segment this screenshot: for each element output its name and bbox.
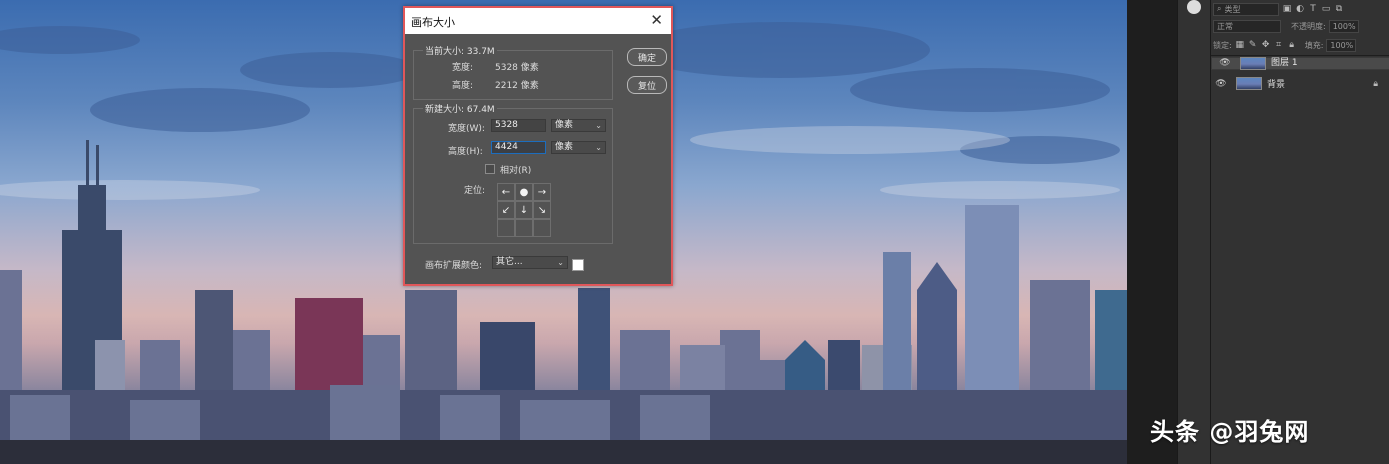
opacity-value: 100% xyxy=(1332,21,1356,31)
anchor-cell[interactable]: ↘ xyxy=(533,201,551,219)
extension-color-select[interactable]: 其它... ⌄ xyxy=(492,256,568,269)
width-input[interactable]: 5328 xyxy=(491,119,546,132)
anchor-cell[interactable]: ● xyxy=(515,183,533,201)
chevron-down-icon: ⌄ xyxy=(595,143,602,152)
panel-dock-gap xyxy=(1127,0,1177,464)
anchor-cell[interactable]: ↓ xyxy=(515,201,533,219)
chevron-down-icon: ⌄ xyxy=(557,258,564,267)
filter-type-icon[interactable]: T xyxy=(1308,4,1318,14)
height-input[interactable]: 4424 xyxy=(491,141,546,154)
height-unit-value: 像素 xyxy=(555,142,574,152)
fill-value: 100% xyxy=(1330,40,1354,50)
reset-button[interactable]: 复位 xyxy=(627,76,667,94)
new-size-label: 新建大小: 67.4M xyxy=(423,102,497,115)
anchor-cell[interactable] xyxy=(533,219,551,237)
lock-fill-row: 锁定: ▦ ✎ ✥ ⌗ 🔒︎ 填充: 100% xyxy=(1211,36,1389,54)
fill-input[interactable]: 100% xyxy=(1326,38,1357,52)
close-icon[interactable]: ✕ xyxy=(650,11,663,29)
layer-thumbnail xyxy=(1240,57,1266,70)
width-unit-value: 像素 xyxy=(555,120,574,130)
opacity-label: 不透明度: xyxy=(1291,21,1326,31)
anchor-cell[interactable]: → xyxy=(533,183,551,201)
anchor-cell[interactable]: ↙ xyxy=(497,201,515,219)
extension-color-label: 画布扩展颜色: xyxy=(425,261,483,271)
lock-transparency-icon[interactable]: ▦ xyxy=(1235,40,1245,50)
watermark-text: 头条 @羽兔网 xyxy=(1150,418,1310,446)
eye-icon[interactable]: 👁︎ xyxy=(1214,79,1228,89)
layer-name: 背景 xyxy=(1267,80,1286,90)
eye-icon[interactable]: 👁︎ xyxy=(1218,58,1232,69)
panel-icon-strip xyxy=(1177,0,1210,464)
layer-thumbnail xyxy=(1236,77,1262,90)
canvas-size-dialog: 画布大小 ✕ 当前大小: 33.7M 宽度: 5328 像素 高度: 2212 … xyxy=(403,6,673,286)
extension-color-value: 其它... xyxy=(496,257,523,267)
blend-mode-select[interactable]: 正常 xyxy=(1213,19,1281,33)
layer-name: 图层 1 xyxy=(1271,58,1298,68)
filter-pixel-icon[interactable]: ▣ xyxy=(1282,4,1292,14)
blend-opacity-row: 正常 不透明度: 100% xyxy=(1211,17,1389,35)
current-width-label: 宽度: xyxy=(452,63,474,73)
anchor-cell[interactable] xyxy=(515,219,533,237)
anchor-grid[interactable]: ← ● → ↙ ↓ ↘ xyxy=(497,183,551,237)
dialog-title: 画布大小 xyxy=(411,16,455,29)
extension-color-swatch[interactable] xyxy=(572,259,584,271)
lock-artboard-icon[interactable]: ⌗ xyxy=(1274,40,1284,50)
anchor-label: 定位: xyxy=(464,186,486,196)
chevron-down-icon: ⌄ xyxy=(595,121,602,130)
search-icon: ⌕ xyxy=(1217,4,1222,13)
layer-filter-label: 类型 xyxy=(1224,4,1241,14)
width-label: 宽度(W): xyxy=(448,124,485,134)
current-size-label: 当前大小: 33.7M xyxy=(423,44,497,57)
anchor-cell[interactable]: ← xyxy=(497,183,515,201)
current-size-group xyxy=(413,50,613,100)
lock-label: 锁定: xyxy=(1213,40,1232,50)
blend-mode-value: 正常 xyxy=(1217,21,1233,31)
lock-all-icon[interactable]: 🔒︎ xyxy=(1287,40,1297,50)
height-unit-select[interactable]: 像素 ⌄ xyxy=(551,141,606,154)
current-height-label: 高度: xyxy=(452,81,474,91)
layer-row-background[interactable]: 👁︎ 背景 🔒︎ xyxy=(1211,75,1389,92)
height-label: 高度(H): xyxy=(448,147,483,157)
ok-button[interactable]: 确定 xyxy=(627,48,667,66)
layer-row-layer-1[interactable]: 👁︎ 图层 1 xyxy=(1211,57,1389,70)
relative-label: 相对(R) xyxy=(500,166,532,176)
layer-filter-kind[interactable]: ⌕ 类型 xyxy=(1213,2,1279,16)
layer-filter-row: ⌕ 类型 ▣ ◐ T ▭ ⧉ xyxy=(1211,0,1389,18)
anchor-cell[interactable] xyxy=(497,219,515,237)
current-width-value: 5328 像素 xyxy=(495,63,539,73)
filter-adjustment-icon[interactable]: ◐ xyxy=(1295,4,1305,14)
adjustment-icon[interactable] xyxy=(1187,0,1201,14)
current-height-value: 2212 像素 xyxy=(495,81,539,91)
relative-checkbox[interactable] xyxy=(485,164,495,174)
opacity-input[interactable]: 100% xyxy=(1328,19,1359,33)
filter-smart-object-icon[interactable]: ⧉ xyxy=(1334,4,1344,14)
lock-icon: 🔒︎ xyxy=(1373,78,1378,89)
lock-move-icon[interactable]: ✥ xyxy=(1261,40,1271,50)
lock-brush-icon[interactable]: ✎ xyxy=(1248,40,1258,50)
dialog-titlebar[interactable]: 画布大小 ✕ xyxy=(405,8,671,34)
filter-shape-icon[interactable]: ▭ xyxy=(1321,4,1331,14)
divider xyxy=(1211,55,1389,56)
layers-panel: ⌕ 类型 ▣ ◐ T ▭ ⧉ 正常 不透明度: 100% 锁定: ▦ ✎ ✥ ⌗… xyxy=(1210,0,1389,464)
width-unit-select[interactable]: 像素 ⌄ xyxy=(551,119,606,132)
fill-label: 填充: xyxy=(1304,40,1324,50)
